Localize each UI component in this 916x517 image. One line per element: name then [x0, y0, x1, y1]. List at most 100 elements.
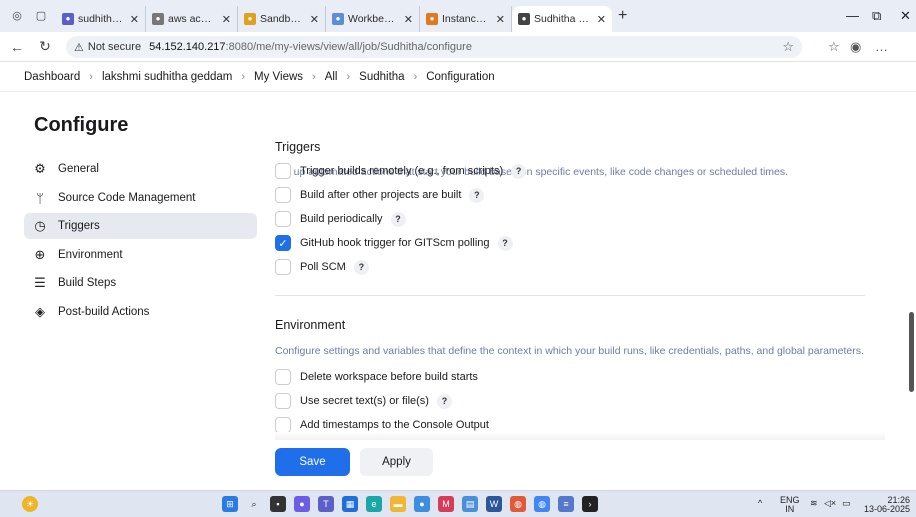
tab-title: Instances | EC2 | us	[442, 13, 490, 25]
breadcrumb-item[interactable]: All	[325, 71, 338, 83]
tab-close-icon[interactable]: ✕	[222, 13, 231, 26]
sidebar-item-label: General	[58, 163, 99, 175]
breadcrumb-separator-icon: ›	[89, 70, 93, 83]
minimize-icon[interactable]: —	[846, 8, 859, 23]
save-button[interactable]: Save	[275, 448, 350, 476]
tab-close-icon[interactable]: ✕	[496, 13, 505, 26]
help-icon[interactable]: ?	[436, 393, 452, 409]
help-icon[interactable]: ?	[353, 259, 369, 275]
globe-icon: ⊕	[34, 247, 46, 262]
close-window-icon[interactable]: ✕	[900, 8, 911, 24]
more-menu-icon[interactable]: …	[875, 39, 888, 54]
favorites-icon[interactable]: ☆	[828, 39, 840, 55]
triggers-heading: Triggers	[275, 140, 321, 154]
copilot-icon[interactable]: ●	[294, 496, 310, 512]
sidebar-item-environment[interactable]: ⊕ Environment	[24, 242, 257, 268]
tab-close-icon[interactable]: ✕	[404, 13, 413, 26]
store-icon[interactable]: ▦	[342, 496, 358, 512]
tab-close-icon[interactable]: ✕	[130, 13, 139, 26]
environment-option: Use secret text(s) or file(s)?	[275, 392, 452, 410]
tab-close-icon[interactable]: ✕	[597, 13, 606, 26]
option-label[interactable]: Trigger builds remotely (e.g., from scri…	[300, 165, 503, 177]
apply-button[interactable]: Apply	[360, 448, 433, 476]
browser-tab[interactable]: ● sudhithageddam@ ✕	[56, 6, 146, 32]
browser-tab[interactable]: ● Sandbox Environm ✕	[238, 6, 326, 32]
search-icon[interactable]: ⌕	[246, 496, 262, 512]
checkbox[interactable]	[275, 417, 291, 433]
breadcrumb-item[interactable]: Dashboard	[24, 71, 80, 83]
sidebar-item-triggers[interactable]: ◷ Triggers	[24, 213, 257, 239]
sidebar-item-source-code-management[interactable]: ᛘ Source Code Management	[24, 185, 257, 211]
battery-icon[interactable]: ▭	[842, 499, 851, 508]
triggers-option: Build after other projects are built?	[275, 186, 485, 204]
task-view-icon[interactable]: ▪	[270, 496, 286, 512]
browser-tab[interactable]: ● Instances | EC2 | us ✕	[420, 6, 512, 32]
option-label[interactable]: Use secret text(s) or file(s)	[300, 395, 429, 407]
edge-icon[interactable]: e	[366, 496, 382, 512]
breadcrumb-separator-icon: ›	[346, 70, 351, 83]
browser-tab[interactable]: ● Sudhitha Config - J ✕	[512, 6, 612, 32]
clock[interactable]: 21:26 13-06-2025	[864, 496, 910, 514]
browser-menu-icon[interactable]: ◎	[10, 9, 24, 23]
option-label[interactable]: GitHub hook trigger for GITScm polling	[300, 237, 490, 249]
sidebar-item-label: Build Steps	[58, 277, 117, 289]
breadcrumb-item[interactable]: Sudhitha	[359, 71, 404, 83]
help-icon[interactable]: ?	[497, 235, 513, 251]
checkbox[interactable]	[275, 163, 291, 179]
option-label[interactable]: Build periodically	[300, 213, 383, 225]
url-host: 54.152.140.217	[149, 41, 226, 53]
sidebar-item-label: Triggers	[58, 220, 100, 232]
back-icon[interactable]: ←	[6, 39, 28, 55]
wifi-icon[interactable]: ≋	[810, 499, 818, 508]
breadcrumb-item[interactable]: Configuration	[426, 71, 494, 83]
browser-tab[interactable]: ● Workbench - Vocar ✕	[326, 6, 420, 32]
checkbox[interactable]	[275, 211, 291, 227]
help-icon[interactable]: ?	[469, 187, 485, 203]
teams-icon[interactable]: T	[318, 496, 334, 512]
tab-actions-icon[interactable]: ▢	[34, 9, 48, 23]
terminal-icon[interactable]: ›	[582, 496, 598, 512]
start-icon[interactable]: ⊞	[222, 496, 238, 512]
sidebar-item-general[interactable]: ⚙ General	[24, 156, 257, 182]
file-explorer-icon[interactable]: ▬	[390, 496, 406, 512]
chrome-profile-icon[interactable]: ◍	[534, 496, 550, 512]
url-input[interactable]: ⚠ Not secure 54.152.140.217:8080/me/my-v…	[66, 36, 802, 58]
tab-close-icon[interactable]: ✕	[310, 13, 319, 26]
environment-heading: Environment	[275, 318, 346, 332]
notepad-icon[interactable]: ≡	[558, 496, 574, 512]
checkbox[interactable]: ✓	[275, 235, 291, 251]
sidebar-item-build-steps[interactable]: ☰ Build Steps	[24, 270, 257, 296]
word-icon[interactable]: W	[486, 496, 502, 512]
breadcrumb-item[interactable]: lakshmi sudhitha geddam	[102, 71, 232, 83]
new-tab-button[interactable]: +	[618, 7, 627, 25]
breadcrumb-item[interactable]: My Views	[254, 71, 303, 83]
outlook-icon[interactable]: ▤	[462, 496, 478, 512]
window-icon[interactable]: ⧉	[872, 8, 881, 24]
option-label[interactable]: Build after other projects are built	[300, 189, 461, 201]
checkbox[interactable]	[275, 187, 291, 203]
volume-icon[interactable]: ◁×	[824, 499, 836, 508]
sidebar-item-post-build-actions[interactable]: ◈ Post-build Actions	[24, 299, 257, 325]
bookmark-star-icon[interactable]: ☆	[782, 39, 794, 55]
option-label[interactable]: Delete workspace before build starts	[300, 371, 478, 383]
option-label[interactable]: Poll SCM	[300, 261, 346, 273]
region-label: IN	[785, 504, 795, 514]
scrollbar-thumb[interactable]	[909, 312, 914, 392]
chrome-icon[interactable]: ◍	[510, 496, 526, 512]
browser-tab[interactable]: ● aws academy login ✕	[146, 6, 238, 32]
app-icon[interactable]: ●	[414, 496, 430, 512]
help-icon[interactable]: ?	[511, 163, 527, 179]
scroll-fade	[275, 432, 885, 440]
option-label[interactable]: Add timestamps to the Console Output	[300, 419, 489, 431]
checkbox[interactable]	[275, 259, 291, 275]
tray-chevron-icon[interactable]: ^	[758, 499, 762, 508]
help-icon[interactable]: ?	[390, 211, 406, 227]
weather-icon[interactable]: ☀	[22, 496, 38, 512]
reload-icon[interactable]: ↻	[34, 38, 56, 55]
checkbox[interactable]	[275, 393, 291, 409]
mcafee-icon[interactable]: M	[438, 496, 454, 512]
profile-icon[interactable]: ◉	[850, 39, 861, 55]
checkbox[interactable]	[275, 369, 291, 385]
sidebar-item-label: Environment	[58, 249, 123, 261]
language-indicator[interactable]: ENG IN	[780, 496, 800, 514]
